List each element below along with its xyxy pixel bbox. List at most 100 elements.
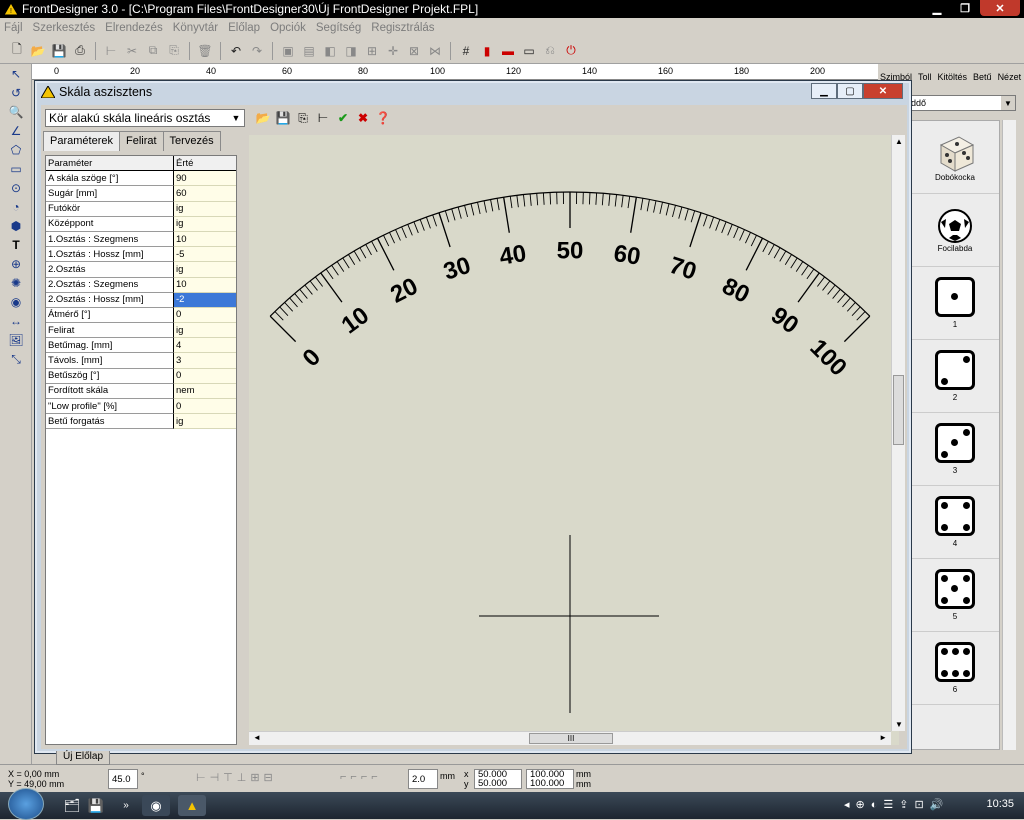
param-value[interactable]: 0 — [174, 308, 236, 323]
symbol-football[interactable]: Focilabda — [911, 194, 999, 267]
table-row[interactable]: A skála szöge [°]90 — [46, 171, 236, 186]
menu-layout[interactable]: Elrendezés — [105, 22, 163, 34]
more-icon[interactable]: » — [112, 795, 140, 816]
menu-help[interactable]: Segítség — [316, 22, 361, 34]
symbol-die-5[interactable]: 5 — [911, 559, 999, 632]
image-icon[interactable]: 🖼 — [3, 331, 29, 349]
rotate-icon[interactable]: ↺ — [3, 84, 29, 102]
menu-file[interactable]: Fájl — [4, 22, 23, 34]
frontdesigner-taskbar-icon[interactable]: ▲ — [178, 795, 206, 816]
tab-label[interactable]: Felirat — [119, 131, 164, 151]
panel-view-icon[interactable]: ▭ — [520, 42, 538, 60]
corner-tools-icon[interactable]: ⌐⌐⌐⌐ — [340, 771, 382, 783]
table-row[interactable]: Betűmag. [mm]4 — [46, 338, 236, 353]
crosshair-icon[interactable]: ⊕ — [3, 255, 29, 273]
sheet-tab[interactable]: Új Előlap — [56, 751, 110, 765]
symbol-die-2[interactable]: 2 — [911, 340, 999, 413]
table-row[interactable]: 1.Osztás : Szegmens10 — [46, 232, 236, 247]
menu-register[interactable]: Regisztrálás — [371, 22, 434, 34]
minimize-button[interactable]: ▁ — [924, 0, 950, 16]
symbol-scrollbar[interactable] — [1002, 120, 1016, 750]
symbol-category-select[interactable]: ddő▼ — [908, 95, 1016, 111]
align-tools-icon[interactable]: ⊢⊣⊤⊥⊞⊟ — [196, 771, 277, 784]
symbol-die-6[interactable]: 6 — [911, 632, 999, 705]
param-value[interactable]: 10 — [174, 278, 236, 293]
scale-icon[interactable]: ✺ — [3, 274, 29, 292]
table-row[interactable]: 2.Osztás : Hossz [mm]-2 — [46, 293, 236, 308]
table-row[interactable]: 2.Osztás : Szegmens10 — [46, 278, 236, 293]
cancel-x-icon[interactable]: ✖ — [355, 109, 371, 127]
dialog-minimize-button[interactable]: ▁ — [811, 83, 837, 99]
param-value[interactable]: 90 — [174, 171, 236, 186]
export-icon[interactable]: ⎌ — [541, 42, 559, 60]
arc-icon[interactable]: ◔ — [3, 198, 29, 216]
tab-pen[interactable]: Toll — [918, 72, 932, 84]
hole-icon[interactable]: ◉ — [3, 293, 29, 311]
horizontal-scroll-thumb[interactable]: III — [529, 733, 613, 744]
param-value[interactable]: ig — [174, 323, 236, 338]
table-row[interactable]: Futókörig — [46, 202, 236, 217]
close-button[interactable]: ✕ — [980, 0, 1020, 16]
line-icon[interactable]: ∠ — [3, 122, 29, 140]
undo-icon[interactable]: ↶ — [227, 42, 245, 60]
rectangle-icon[interactable]: ▭ — [3, 160, 29, 178]
menu-frontpanel[interactable]: Előlap — [228, 22, 260, 34]
table-row[interactable]: Távols. [mm]3 — [46, 353, 236, 368]
table-row[interactable]: Középpontig — [46, 217, 236, 232]
panel-red-icon[interactable]: ▬ — [499, 42, 517, 60]
dialog-maximize-button[interactable]: ▢ — [837, 83, 863, 99]
tab-view[interactable]: Nézet — [998, 72, 1022, 84]
select-arrow-icon[interactable]: ↖ — [3, 65, 29, 83]
param-value[interactable]: 60 — [174, 186, 236, 201]
tab-font[interactable]: Betű — [973, 72, 992, 84]
symbol-dice[interactable]: Dobókocka — [911, 121, 999, 194]
save-icon[interactable]: 💾 — [275, 109, 291, 127]
copy-icon[interactable]: ⧉ — [144, 42, 162, 60]
chrome-icon[interactable]: ◉ — [142, 795, 170, 816]
angle-field[interactable]: 45.0 — [108, 769, 138, 789]
switch-on-icon[interactable]: ⏻ — [562, 42, 580, 60]
scale-preview-canvas[interactable]: 0102030405060708090100 — [249, 135, 899, 745]
param-value[interactable]: -2 — [174, 293, 236, 308]
tab-fill[interactable]: Kitöltés — [938, 72, 968, 84]
param-value[interactable]: 0 — [174, 399, 236, 414]
resize-icon[interactable]: ⤡ — [3, 350, 29, 368]
print-icon[interactable]: ⎙ — [71, 42, 89, 60]
color-icon[interactable]: ▮ — [478, 42, 496, 60]
zoom-icon[interactable]: 🔍 — [3, 103, 29, 121]
center-icon[interactable]: ✛ — [384, 42, 402, 60]
maximize-button[interactable]: ❐ — [952, 0, 978, 16]
hexagon-icon[interactable]: ⬢ — [3, 217, 29, 235]
send-back-icon[interactable]: ◨ — [342, 42, 360, 60]
align-icon[interactable]: ⊞ — [363, 42, 381, 60]
param-value[interactable]: ig — [174, 414, 236, 429]
redo-icon[interactable]: ↷ — [248, 42, 266, 60]
param-value[interactable]: ig — [174, 217, 236, 232]
dialog-close-button[interactable]: ✕ — [863, 83, 903, 99]
ungroup-icon[interactable]: ▤ — [300, 42, 318, 60]
measure-icon[interactable]: ⊢ — [102, 42, 120, 60]
tab-design[interactable]: Tervezés — [163, 131, 221, 151]
vertical-scroll-thumb[interactable] — [893, 375, 904, 445]
grid-icon[interactable]: # — [457, 42, 475, 60]
param-value[interactable]: nem — [174, 384, 236, 399]
position-field[interactable]: 50.00050.000 — [474, 769, 522, 789]
table-row[interactable]: "Low profile" [%]0 — [46, 399, 236, 414]
group-icon[interactable]: ▣ — [279, 42, 297, 60]
table-row[interactable]: Betűszög [°]0 — [46, 369, 236, 384]
param-value[interactable]: 0 — [174, 369, 236, 384]
open-folder-icon[interactable]: 📂 — [255, 109, 271, 127]
param-value[interactable]: 4 — [174, 338, 236, 353]
menu-options[interactable]: Opciók — [270, 22, 306, 34]
new-file-icon[interactable]: 🗋 — [8, 42, 26, 60]
dimension-icon[interactable]: ↔ — [3, 312, 29, 330]
tray-icons[interactable]: ◂⊕◐☰⇪⊡🔊 — [844, 798, 949, 811]
param-value[interactable]: 10 — [174, 232, 236, 247]
param-value[interactable]: ig — [174, 262, 236, 277]
table-row[interactable]: Betű forgatásig — [46, 414, 236, 429]
bring-front-icon[interactable]: ◧ — [321, 42, 339, 60]
stroke-width-field[interactable]: 2.0 — [408, 769, 438, 789]
polygon-icon[interactable]: ⬠ — [3, 141, 29, 159]
param-value[interactable]: 3 — [174, 353, 236, 368]
tab-parameters[interactable]: Paraméterek — [43, 131, 120, 151]
